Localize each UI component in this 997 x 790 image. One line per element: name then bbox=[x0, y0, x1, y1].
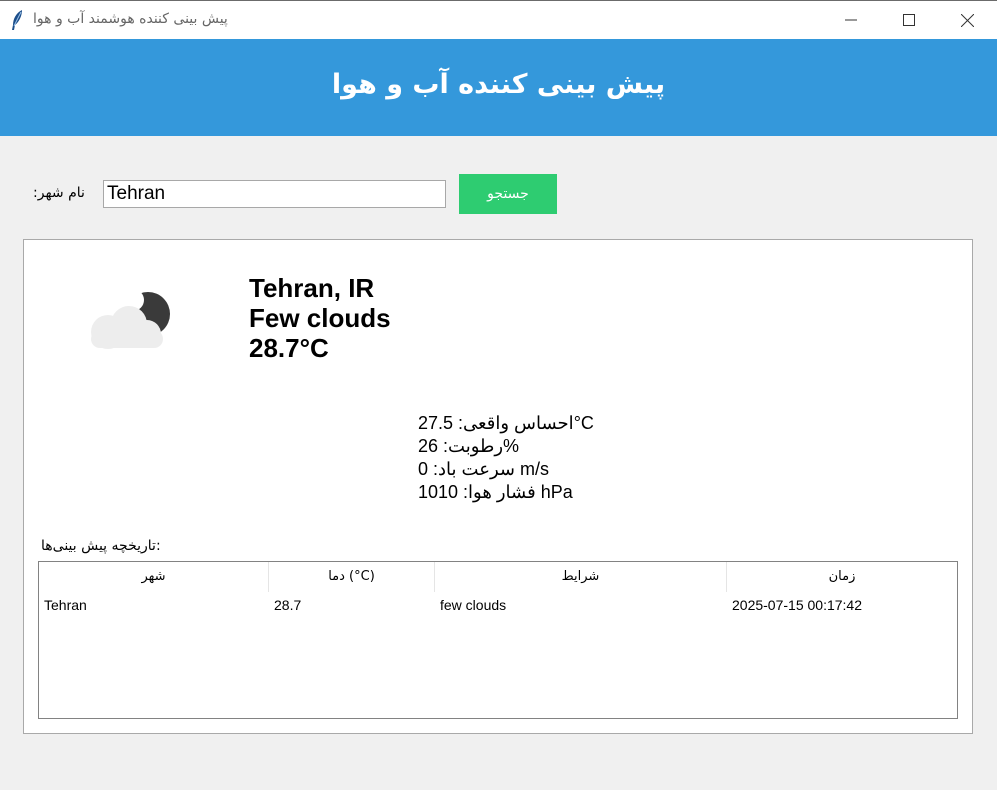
history-table-header: شهر دما (°C) شرایط زمان bbox=[39, 562, 957, 592]
air-pressure: فشار هوا: 1010 hPa bbox=[418, 482, 573, 502]
table-row[interactable]: Tehran 28.7 few clouds 2025-07-15 00:17:… bbox=[39, 594, 957, 616]
few-clouds-night-icon bbox=[91, 290, 170, 349]
close-icon bbox=[960, 13, 974, 27]
feather-icon bbox=[12, 10, 22, 30]
app-header: پیش بینی کننده آب و هوا bbox=[0, 39, 997, 136]
weather-details: احساس واقعی: 27.5°C رطوبت: 26% سرعت باد:… bbox=[418, 412, 594, 504]
history-table[interactable]: شهر دما (°C) شرایط زمان Tehran 28.7 few … bbox=[38, 561, 958, 719]
weather-panel: Tehran, IR Few clouds 28.7°C احساس واقعی… bbox=[23, 239, 973, 734]
city-label: :نام شهر bbox=[33, 185, 85, 201]
window-title: پیش بینی کننده هوشمند آب و هوا bbox=[33, 11, 228, 27]
cell-city: Tehran bbox=[44, 597, 87, 613]
current-temperature: 28.7°C bbox=[249, 333, 329, 363]
city-input[interactable] bbox=[103, 180, 446, 208]
weather-condition: Few clouds bbox=[249, 303, 391, 333]
search-button[interactable]: جستجو bbox=[459, 174, 557, 214]
minimize-icon bbox=[845, 19, 857, 21]
wind-speed: سرعت باد: 0 m/s bbox=[418, 459, 549, 479]
column-header-conditions[interactable]: شرایط bbox=[435, 562, 727, 592]
column-header-time[interactable]: زمان bbox=[727, 562, 957, 592]
history-label: تاریخچه پیش بینی‌ها: bbox=[41, 538, 161, 554]
feels-like: احساس واقعی: 27.5°C bbox=[418, 413, 594, 433]
city-name: Tehran, IR bbox=[249, 273, 375, 303]
close-button[interactable] bbox=[938, 1, 996, 39]
maximize-button[interactable] bbox=[880, 1, 938, 39]
column-header-temperature[interactable]: دما (°C) bbox=[269, 562, 435, 592]
cell-time: 2025-07-15 00:17:42 bbox=[732, 597, 862, 613]
cell-temperature: 28.7 bbox=[274, 597, 302, 613]
humidity: رطوبت: 26% bbox=[418, 436, 520, 456]
window-titlebar: پیش بینی کننده هوشمند آب و هوا bbox=[0, 0, 997, 39]
app-title: پیش بینی کننده آب و هوا bbox=[331, 69, 666, 100]
maximize-icon bbox=[903, 14, 915, 26]
minimize-button[interactable] bbox=[822, 1, 880, 39]
column-header-city[interactable]: شهر bbox=[39, 562, 269, 592]
cell-conditions: few clouds bbox=[440, 597, 507, 613]
